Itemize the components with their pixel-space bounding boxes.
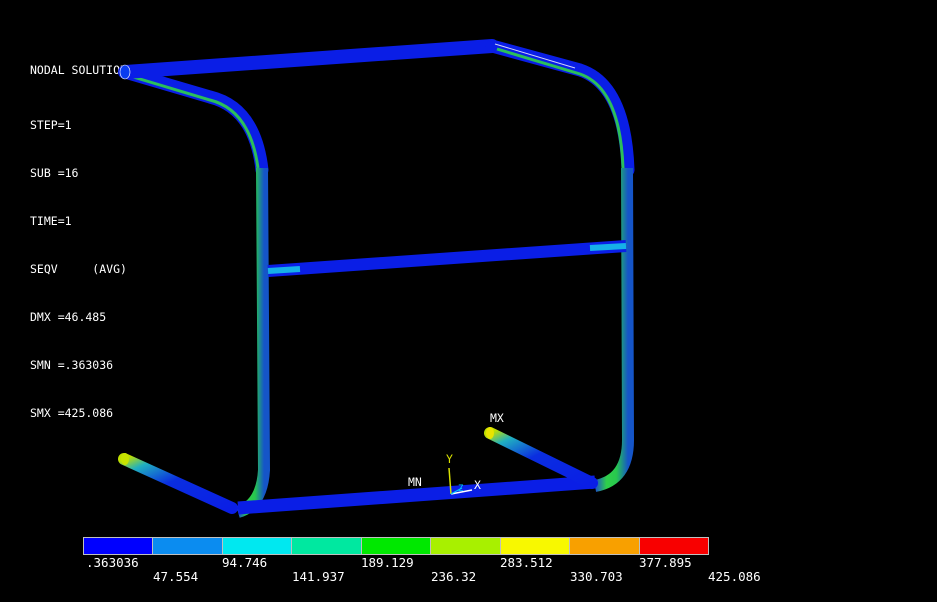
triad-z-label: Z [458, 484, 464, 494]
legend-band-6 [431, 538, 501, 554]
right-bottom-leg [484, 427, 598, 489]
right-vertical-post [593, 167, 635, 492]
legend-band-9 [639, 538, 708, 554]
legend-band-5 [361, 538, 432, 554]
left-bottom-leg [118, 453, 238, 514]
legend-tick-lower: 47.554 [153, 569, 199, 584]
legend-tick-upper: 94.746 [222, 555, 268, 570]
legend-tick-upper: 189.129 [361, 555, 414, 570]
legend-band-4 [292, 538, 362, 554]
middle-crossbar [267, 240, 627, 277]
legend-band-2 [153, 538, 223, 554]
frame-stress-contour-model[interactable] [0, 0, 937, 602]
legend-band-1 [84, 538, 154, 554]
legend-tick-upper: 377.895 [639, 555, 692, 570]
triad-y-label: Y [446, 452, 453, 466]
left-upper-rail [118, 65, 269, 177]
contour-legend-bar [83, 537, 709, 555]
min-marker-label: MN [408, 475, 422, 489]
graphics-window[interactable]: NODAL SOLUTION STEP=1 SUB =16 TIME=1 SEQ… [0, 0, 937, 602]
legend-tick-lower: 236.32 [431, 569, 477, 584]
legend-tick-upper: .363036 [86, 555, 139, 570]
legend-tick-lower: 330.703 [570, 569, 623, 584]
legend-tick-lower: 141.937 [292, 569, 345, 584]
legend-band-7 [500, 538, 571, 554]
legend-band-8 [570, 538, 640, 554]
legend-tick-lower: 425.086 [708, 569, 761, 584]
triad-x-label: X [474, 478, 481, 492]
max-marker-label: MX [490, 411, 504, 425]
left-vertical-post [235, 167, 271, 518]
top-crossbar [118, 39, 499, 80]
legend-tick-upper: 283.512 [500, 555, 553, 570]
right-upper-rail [485, 39, 635, 177]
legend-band-3 [222, 538, 293, 554]
